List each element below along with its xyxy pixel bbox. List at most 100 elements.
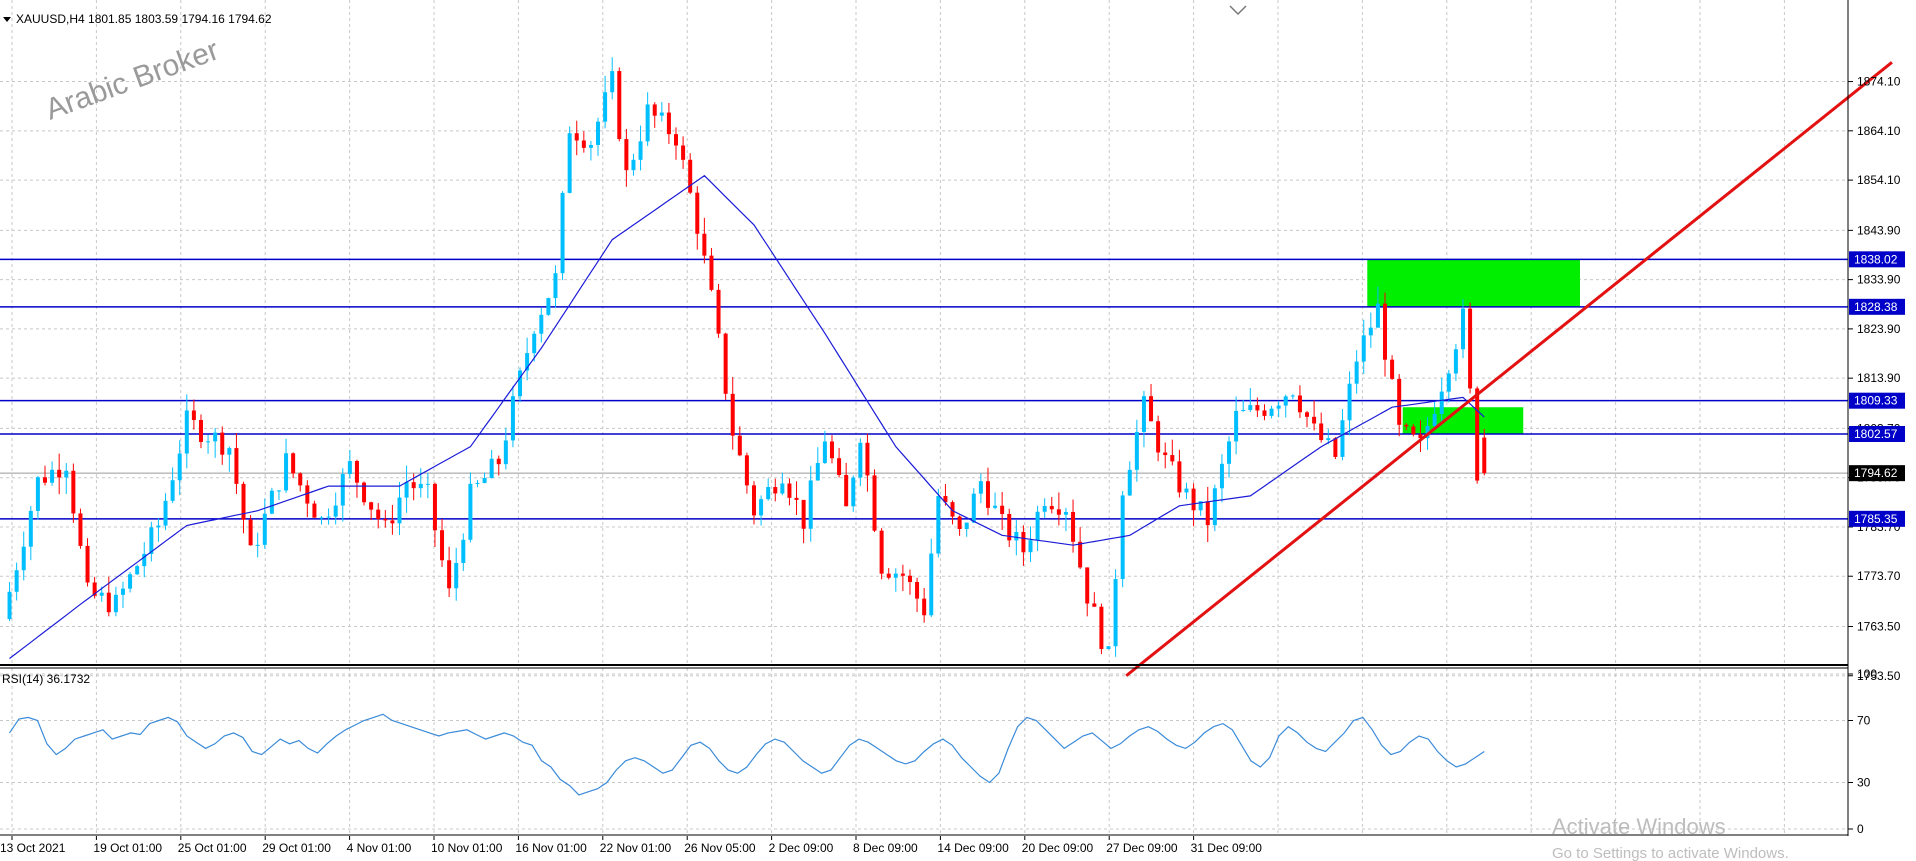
candle (560, 191, 565, 281)
candle-body (1014, 531, 1019, 541)
candle (1120, 491, 1125, 588)
candle-body (432, 483, 437, 531)
candle-body (574, 133, 579, 141)
candle (78, 508, 83, 549)
candle-body (113, 594, 118, 613)
candle-body (808, 480, 813, 529)
candle-body (1219, 463, 1224, 489)
price-tick-label: 1833.90 (1857, 273, 1901, 287)
candle-body (1468, 308, 1473, 389)
candle-body (1383, 303, 1388, 360)
candle-body (489, 458, 494, 478)
candle-body (567, 133, 572, 193)
candle-body (170, 480, 175, 501)
price-tick-label: 1864.10 (1857, 124, 1901, 138)
candle-body (1078, 541, 1083, 568)
time-tick-label: 31 Dec 09:00 (1191, 841, 1263, 855)
candle-body (326, 516, 331, 518)
candle-body (1460, 308, 1465, 350)
candle-body (858, 442, 863, 478)
level-tag: 1785.35 (1849, 510, 1905, 527)
candle (1106, 645, 1111, 650)
candle (617, 67, 622, 142)
candle-body (1446, 373, 1451, 392)
candle-body (737, 435, 742, 456)
candle-body (617, 71, 622, 140)
candle-body (1149, 396, 1154, 422)
rsi-tick-label: 100 (1857, 667, 1877, 681)
candle-body (596, 121, 601, 145)
candle (872, 469, 877, 533)
candle-body (1375, 303, 1380, 328)
candle-body (106, 592, 111, 613)
candle-body (1340, 420, 1345, 457)
candle-body (7, 591, 12, 620)
candle-body (347, 461, 352, 475)
candle-body (269, 490, 274, 514)
candle-body (1156, 421, 1161, 453)
candle-body (496, 458, 501, 465)
candle-body (716, 289, 721, 334)
candle-body (1106, 646, 1111, 650)
candle-body (879, 530, 884, 574)
candle-body (319, 517, 324, 519)
level-tag-label: 1809.33 (1854, 394, 1898, 408)
candle-body (128, 574, 133, 589)
candle-body (603, 92, 608, 122)
activate-windows-title: Activate Windows (1552, 814, 1726, 839)
candle-body (829, 441, 834, 459)
candle-body (411, 482, 416, 489)
time-tick-label: 25 Oct 01:00 (178, 841, 247, 855)
candle (723, 332, 728, 400)
candle-body (425, 483, 430, 485)
candle-body (227, 448, 232, 455)
candle-body (284, 453, 289, 491)
candle-body (773, 487, 778, 494)
candle-body (35, 477, 40, 511)
candle-body (993, 505, 998, 508)
time-tick-label: 27 Dec 09:00 (1106, 841, 1178, 855)
candle-body (390, 520, 395, 524)
time-tick-label: 22 Nov 01:00 (600, 841, 672, 855)
candle-body (163, 500, 168, 526)
candle-body (291, 453, 296, 474)
candle-body (1241, 410, 1246, 412)
price-tick-label: 1763.50 (1857, 619, 1901, 633)
candle-body (1411, 426, 1416, 435)
candle-body (1021, 531, 1026, 553)
level-tag-label: 1838.02 (1854, 252, 1898, 266)
candle-body (851, 477, 856, 507)
candle-body (1290, 395, 1295, 397)
candle-body (14, 570, 19, 592)
candle-body (1390, 359, 1395, 379)
candle-body (645, 104, 650, 142)
plot-background (0, 0, 1916, 861)
candle-body (1113, 579, 1118, 647)
candle-body (1177, 461, 1182, 493)
candle-body (333, 505, 338, 517)
price-tick-label: 1823.90 (1857, 322, 1901, 336)
time-tick-label: 20 Dec 09:00 (1022, 841, 1094, 855)
candle-body (1312, 416, 1317, 424)
candle-body (135, 566, 140, 575)
candle-body (674, 134, 679, 146)
candle-body (369, 502, 374, 510)
candle-body (1127, 469, 1132, 496)
candle-body (794, 497, 799, 500)
candle-body (234, 448, 239, 484)
chart-canvas: 1874.10 1864.10 1854.10 1843.90 1833.90 1823.… (0, 0, 1916, 861)
candle-body (837, 458, 842, 476)
candle-body (213, 432, 218, 442)
candle-body (730, 393, 735, 436)
candle-body (759, 499, 764, 516)
candle-body (844, 475, 849, 507)
candle-body (149, 527, 154, 554)
candle-body (893, 573, 898, 578)
candle-body (312, 503, 317, 518)
level-tag-label: 1785.35 (1854, 512, 1898, 526)
candle-body (518, 370, 523, 397)
candle-body (1283, 396, 1288, 406)
candle (135, 564, 140, 576)
candle-body (28, 510, 33, 547)
candle-body (971, 493, 976, 523)
